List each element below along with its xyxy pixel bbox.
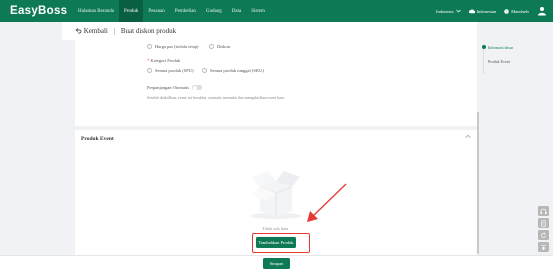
- annotation-arrow: [307, 183, 347, 222]
- refresh-button[interactable]: [538, 230, 549, 240]
- document-icon: [541, 219, 546, 227]
- support-button[interactable]: [538, 206, 549, 216]
- arrow-up-icon: [541, 244, 546, 250]
- anchor-active-dot: [481, 45, 486, 49]
- save-button[interactable]: Simpan: [263, 258, 290, 269]
- refresh-icon: [541, 232, 546, 238]
- headset-icon: [540, 208, 547, 214]
- content-scrollbar[interactable]: [477, 112, 479, 254]
- floating-toolbar: [538, 206, 549, 252]
- docs-button[interactable]: [538, 218, 549, 228]
- anchor-product-event[interactable]: Produk Event: [488, 59, 510, 64]
- anchor-basic-info[interactable]: Informasi dasar: [488, 45, 513, 50]
- back-to-top-button[interactable]: [538, 242, 549, 252]
